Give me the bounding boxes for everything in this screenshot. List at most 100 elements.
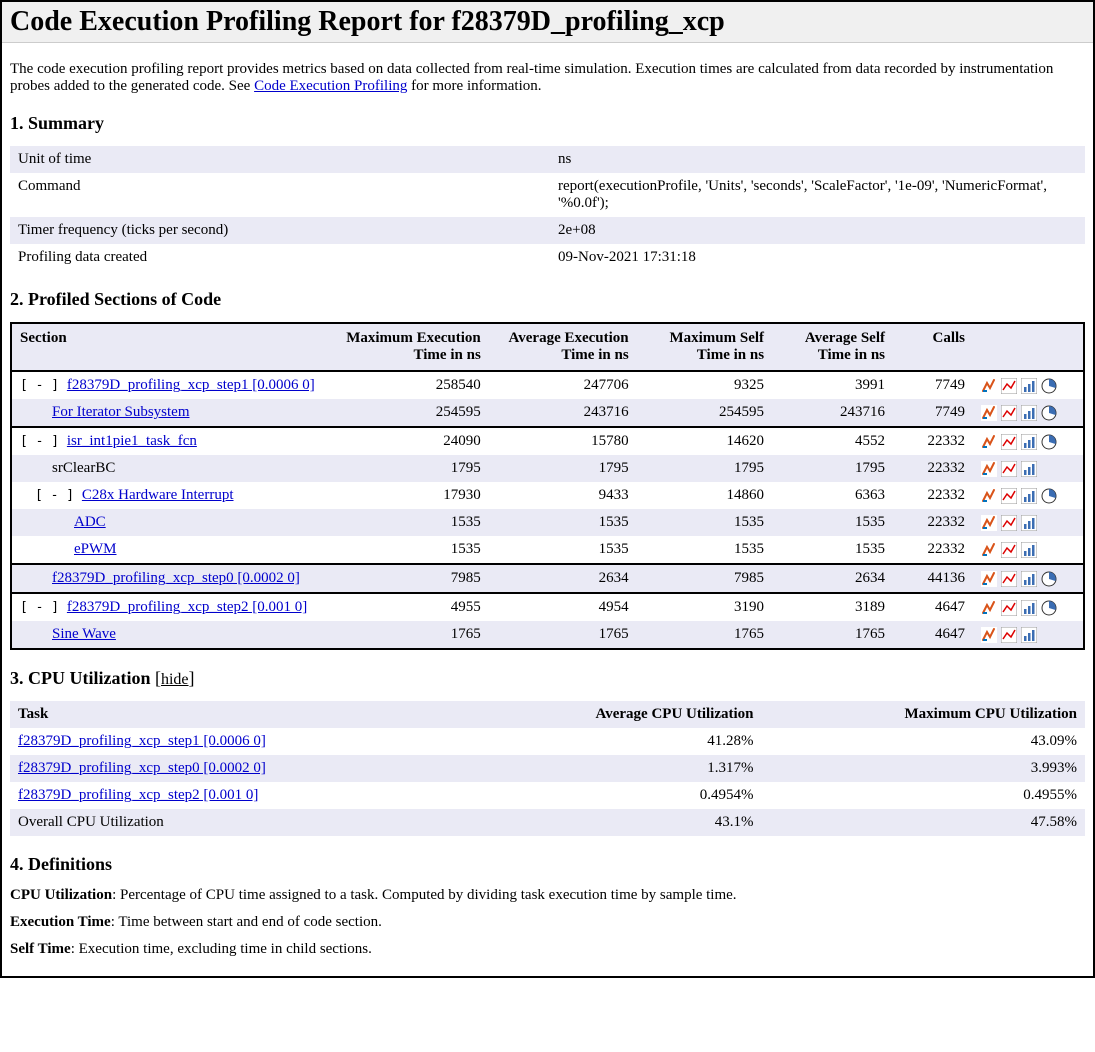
profiled-table: Section Maximum Execution Time in ns Ave… xyxy=(12,324,1083,648)
matlab-icon[interactable] xyxy=(981,515,997,531)
section-text: srClearBC xyxy=(52,460,115,476)
profiled-avg_self: 1535 xyxy=(772,509,893,536)
line-chart-icon[interactable] xyxy=(1001,461,1017,477)
matlab-icon[interactable] xyxy=(981,434,997,450)
profiled-avg_exec: 1795 xyxy=(489,455,637,482)
pie-chart-icon[interactable] xyxy=(1041,600,1057,616)
profiled-calls: 22332 xyxy=(893,455,973,482)
section-link[interactable]: f28379D_profiling_xcp_step1 [0.0006 0] xyxy=(67,377,315,393)
profiled-max_self: 7985 xyxy=(637,565,772,593)
hide-link[interactable]: hide xyxy=(161,671,189,688)
profiled-row: [ - ] f28379D_profiling_xcp_step2 [0.001… xyxy=(12,594,1083,621)
cpu-avg: 1.317% xyxy=(463,755,762,782)
section-cell: [ - ] f28379D_profiling_xcp_step1 [0.000… xyxy=(12,372,332,399)
cpu-task: f28379D_profiling_xcp_step0 [0.0002 0] xyxy=(10,755,463,782)
matlab-icon[interactable] xyxy=(981,571,997,587)
section-link[interactable]: isr_int1pie1_task_fcn xyxy=(67,433,197,449)
line-chart-icon[interactable] xyxy=(1001,627,1017,643)
cpu-table: Task Average CPU Utilization Maximum CPU… xyxy=(10,701,1085,836)
section-cell: For Iterator Subsystem xyxy=(12,399,332,427)
definitions-block: CPU Utilization: Percentage of CPU time … xyxy=(10,887,1085,958)
cpu-task-link[interactable]: f28379D_profiling_xcp_step0 [0.0002 0] xyxy=(18,760,266,776)
profiled-avg_exec: 2634 xyxy=(489,565,637,593)
summary-row: Timer frequency (ticks per second)2e+08 xyxy=(10,217,1085,244)
collapse-toggle[interactable]: [ - ] xyxy=(20,378,59,393)
summary-heading: 1. Summary xyxy=(10,113,1085,134)
profiled-avg_self: 6363 xyxy=(772,482,893,509)
pie-chart-icon[interactable] xyxy=(1041,378,1057,394)
matlab-icon[interactable] xyxy=(981,378,997,394)
profiled-max_self: 254595 xyxy=(637,399,772,427)
pie-chart-icon[interactable] xyxy=(1041,571,1057,587)
line-chart-icon[interactable] xyxy=(1001,488,1017,504)
col-max-exec: Maximum Execution Time in ns xyxy=(332,324,489,371)
collapse-toggle[interactable]: [ - ] xyxy=(35,488,74,503)
line-chart-icon[interactable] xyxy=(1001,600,1017,616)
profiled-avg_exec: 247706 xyxy=(489,372,637,399)
summary-label: Timer frequency (ticks per second) xyxy=(10,217,550,244)
definition-term: Self Time xyxy=(10,941,71,957)
cpu-task-link[interactable]: f28379D_profiling_xcp_step2 [0.001 0] xyxy=(18,787,258,803)
bar-chart-icon[interactable] xyxy=(1021,600,1037,616)
title-bar: Code Execution Profiling Report for f283… xyxy=(2,2,1093,43)
cpu-task-link[interactable]: f28379D_profiling_xcp_step1 [0.0006 0] xyxy=(18,733,266,749)
matlab-icon[interactable] xyxy=(981,488,997,504)
collapse-toggle[interactable]: [ - ] xyxy=(20,434,59,449)
section-link[interactable]: ADC xyxy=(74,514,106,530)
profiled-max_self: 1795 xyxy=(637,455,772,482)
action-icons xyxy=(973,594,1083,621)
col-avg-exec: Average Execution Time in ns xyxy=(489,324,637,371)
matlab-icon[interactable] xyxy=(981,542,997,558)
pie-chart-icon[interactable] xyxy=(1041,488,1057,504)
profiled-row: [ - ] isr_int1pie1_task_fcn2409015780146… xyxy=(12,428,1083,455)
matlab-icon[interactable] xyxy=(981,405,997,421)
summary-label: Profiling data created xyxy=(10,244,550,271)
line-chart-icon[interactable] xyxy=(1001,542,1017,558)
bar-chart-icon[interactable] xyxy=(1021,405,1037,421)
cpu-row: Overall CPU Utilization43.1%47.58% xyxy=(10,809,1085,836)
pie-chart-icon[interactable] xyxy=(1041,405,1057,421)
code-execution-profiling-link[interactable]: Code Execution Profiling xyxy=(254,78,407,94)
bar-chart-icon[interactable] xyxy=(1021,461,1037,477)
bar-chart-icon[interactable] xyxy=(1021,627,1037,643)
col-max-self: Maximum Self Time in ns xyxy=(637,324,772,371)
section-link[interactable]: Sine Wave xyxy=(52,626,116,642)
summary-row: Profiling data created09-Nov-2021 17:31:… xyxy=(10,244,1085,271)
bar-chart-icon[interactable] xyxy=(1021,542,1037,558)
col-section: Section xyxy=(12,324,332,371)
section-link[interactable]: For Iterator Subsystem xyxy=(52,404,189,420)
cpu-heading-text: 3. CPU Utilization xyxy=(10,668,150,688)
matlab-icon[interactable] xyxy=(981,461,997,477)
profiled-max_exec: 1535 xyxy=(332,536,489,564)
line-chart-icon[interactable] xyxy=(1001,434,1017,450)
profiled-calls: 22332 xyxy=(893,536,973,564)
bar-chart-icon[interactable] xyxy=(1021,378,1037,394)
line-chart-icon[interactable] xyxy=(1001,571,1017,587)
pie-chart-icon[interactable] xyxy=(1041,434,1057,450)
matlab-icon[interactable] xyxy=(981,600,997,616)
cpu-avg: 41.28% xyxy=(463,728,762,755)
summary-label: Command xyxy=(10,173,550,217)
bar-chart-icon[interactable] xyxy=(1021,488,1037,504)
summary-table: Unit of timensCommandreport(executionPro… xyxy=(10,146,1085,271)
col-avg-self: Average Self Time in ns xyxy=(772,324,893,371)
bar-chart-icon[interactable] xyxy=(1021,434,1037,450)
section-link[interactable]: C28x Hardware Interrupt xyxy=(82,487,234,503)
profiled-max_self: 1765 xyxy=(637,621,772,648)
profiled-calls: 22332 xyxy=(893,482,973,509)
line-chart-icon[interactable] xyxy=(1001,405,1017,421)
profiled-calls: 44136 xyxy=(893,565,973,593)
section-link[interactable]: ePWM xyxy=(74,541,117,557)
col-avg-cpu: Average CPU Utilization xyxy=(463,701,762,728)
collapse-toggle[interactable]: [ - ] xyxy=(20,600,59,615)
line-chart-icon[interactable] xyxy=(1001,378,1017,394)
profiled-max_exec: 1765 xyxy=(332,621,489,648)
matlab-icon[interactable] xyxy=(981,627,997,643)
profiled-avg_self: 1535 xyxy=(772,536,893,564)
section-link[interactable]: f28379D_profiling_xcp_step2 [0.001 0] xyxy=(67,599,307,615)
profiled-max_self: 14620 xyxy=(637,428,772,455)
bar-chart-icon[interactable] xyxy=(1021,515,1037,531)
bar-chart-icon[interactable] xyxy=(1021,571,1037,587)
line-chart-icon[interactable] xyxy=(1001,515,1017,531)
section-link[interactable]: f28379D_profiling_xcp_step0 [0.0002 0] xyxy=(52,570,300,586)
